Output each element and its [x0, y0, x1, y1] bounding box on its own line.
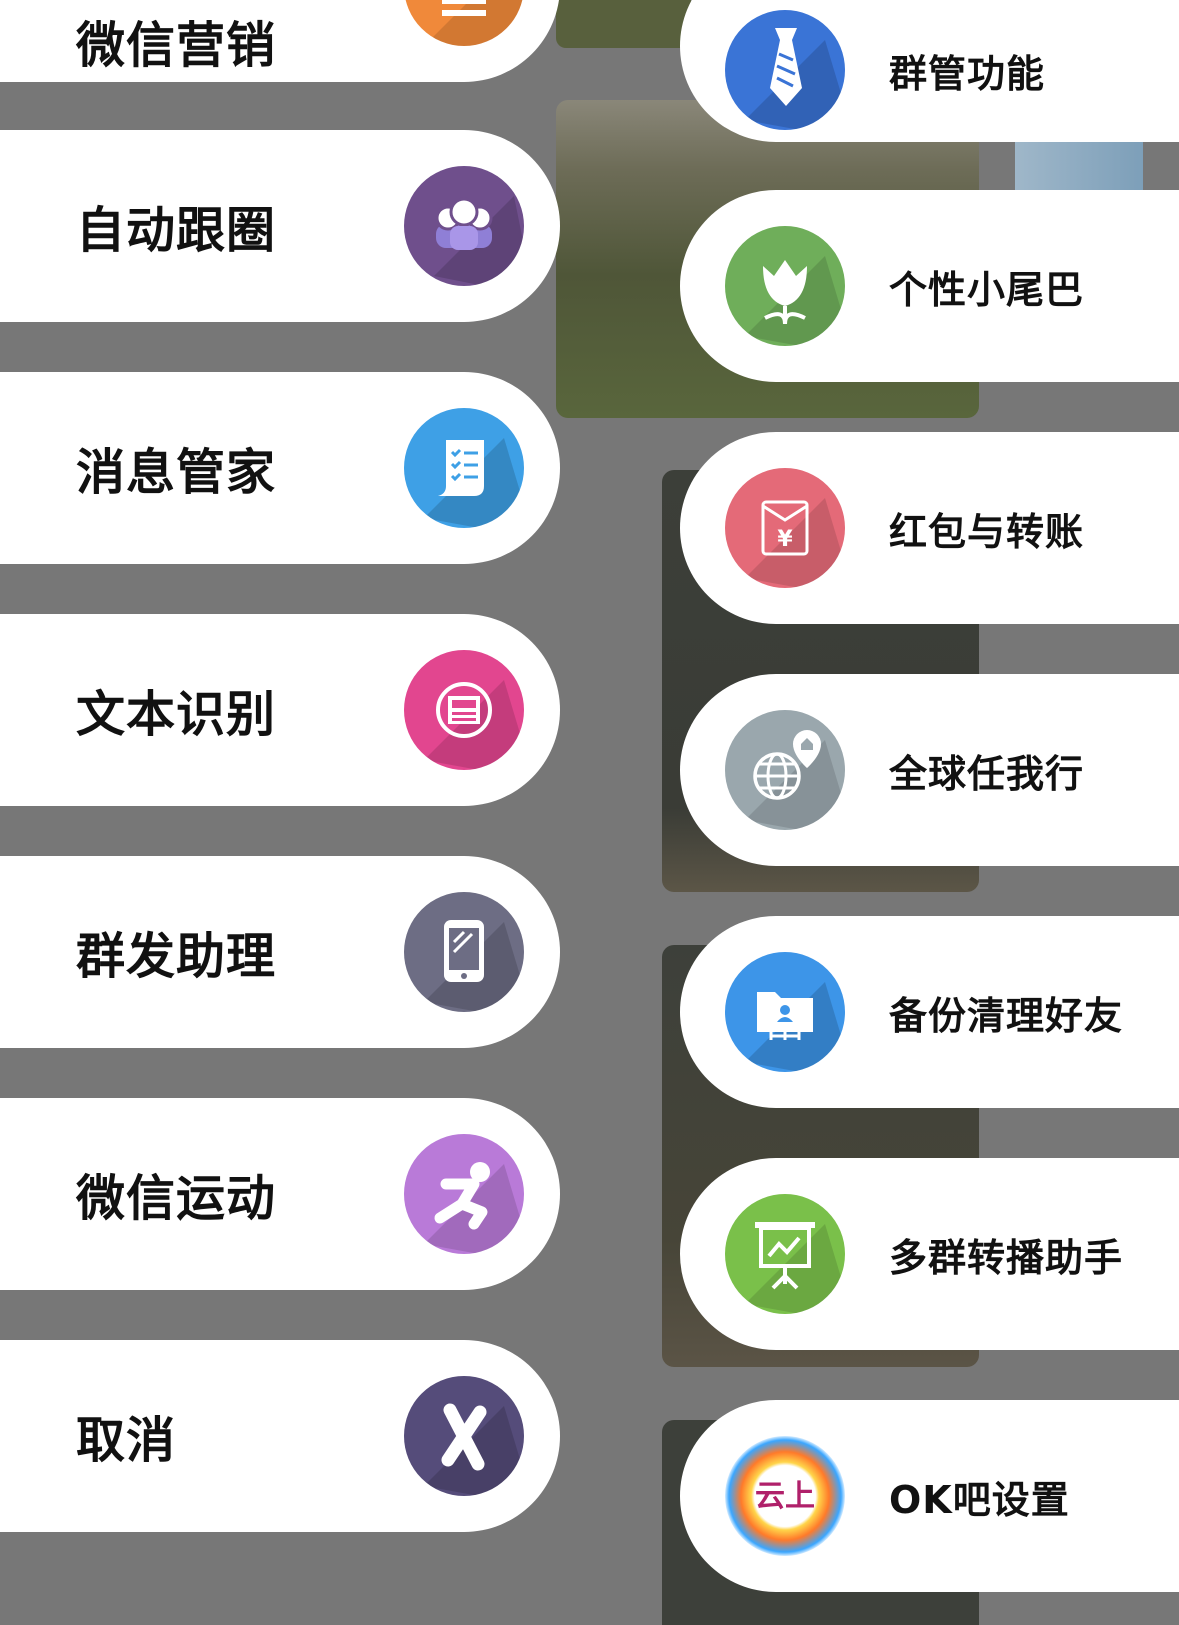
group-users-icon	[404, 166, 524, 286]
background-photo-thumbnail	[1015, 140, 1143, 195]
menu-item-label: 群管功能	[889, 51, 1046, 96]
checklist-icon	[404, 408, 524, 528]
menu-item-label: 红包与转账	[889, 509, 1085, 554]
menu-item-custom-signature[interactable]: 个性小尾巴	[680, 190, 1179, 382]
menu-item-label: 个性小尾巴	[889, 267, 1085, 312]
scroll-icon	[404, 0, 524, 46]
txt-scan-icon	[404, 650, 524, 770]
presentation-board-icon	[725, 1194, 845, 1314]
background-photo-top	[556, 0, 691, 48]
menu-item-text-recognition[interactable]: 文本识别	[0, 614, 560, 806]
necktie-icon	[725, 10, 845, 130]
contact-folder-icon	[725, 952, 845, 1072]
menu-item-red-packet-transfer[interactable]: ¥ 红包与转账	[680, 432, 1179, 624]
menu-item-group-management[interactable]: 群管功能	[680, 0, 1179, 142]
tablet-icon	[404, 892, 524, 1012]
menu-item-label: OK吧设置	[889, 1477, 1070, 1522]
menu-item-broadcast-assistant[interactable]: 群发助理	[0, 856, 560, 1048]
menu-item-label: 多群转播助手	[889, 1235, 1124, 1280]
yunshang-logo-icon: 云上	[725, 1436, 845, 1556]
svg-text:¥: ¥	[777, 527, 793, 552]
logo-text: 云上	[755, 1479, 815, 1514]
globe-location-icon	[725, 710, 845, 830]
menu-item-auto-follow[interactable]: 自动跟圈	[0, 130, 560, 322]
menu-item-global-travel[interactable]: 全球任我行	[680, 674, 1179, 866]
menu-item-okba-settings[interactable]: 云上 OK吧设置	[680, 1400, 1179, 1592]
close-x-icon	[404, 1376, 524, 1496]
tulip-icon	[725, 226, 845, 346]
menu-item-message-manager[interactable]: 消息管家	[0, 372, 560, 564]
menu-item-cancel[interactable]: 取消	[0, 1340, 560, 1532]
menu-item-wechat-sports[interactable]: 微信运动	[0, 1098, 560, 1290]
menu-item-wechat-marketing[interactable]: 微信营销	[0, 0, 560, 82]
menu-item-multi-group-relay[interactable]: 多群转播助手	[680, 1158, 1179, 1350]
menu-item-label: 全球任我行	[889, 751, 1085, 796]
running-man-icon	[404, 1134, 524, 1254]
menu-item-label: 备份清理好友	[889, 993, 1124, 1038]
red-envelope-icon: ¥	[725, 468, 845, 588]
menu-item-backup-clean-friends[interactable]: 备份清理好友	[680, 916, 1179, 1108]
